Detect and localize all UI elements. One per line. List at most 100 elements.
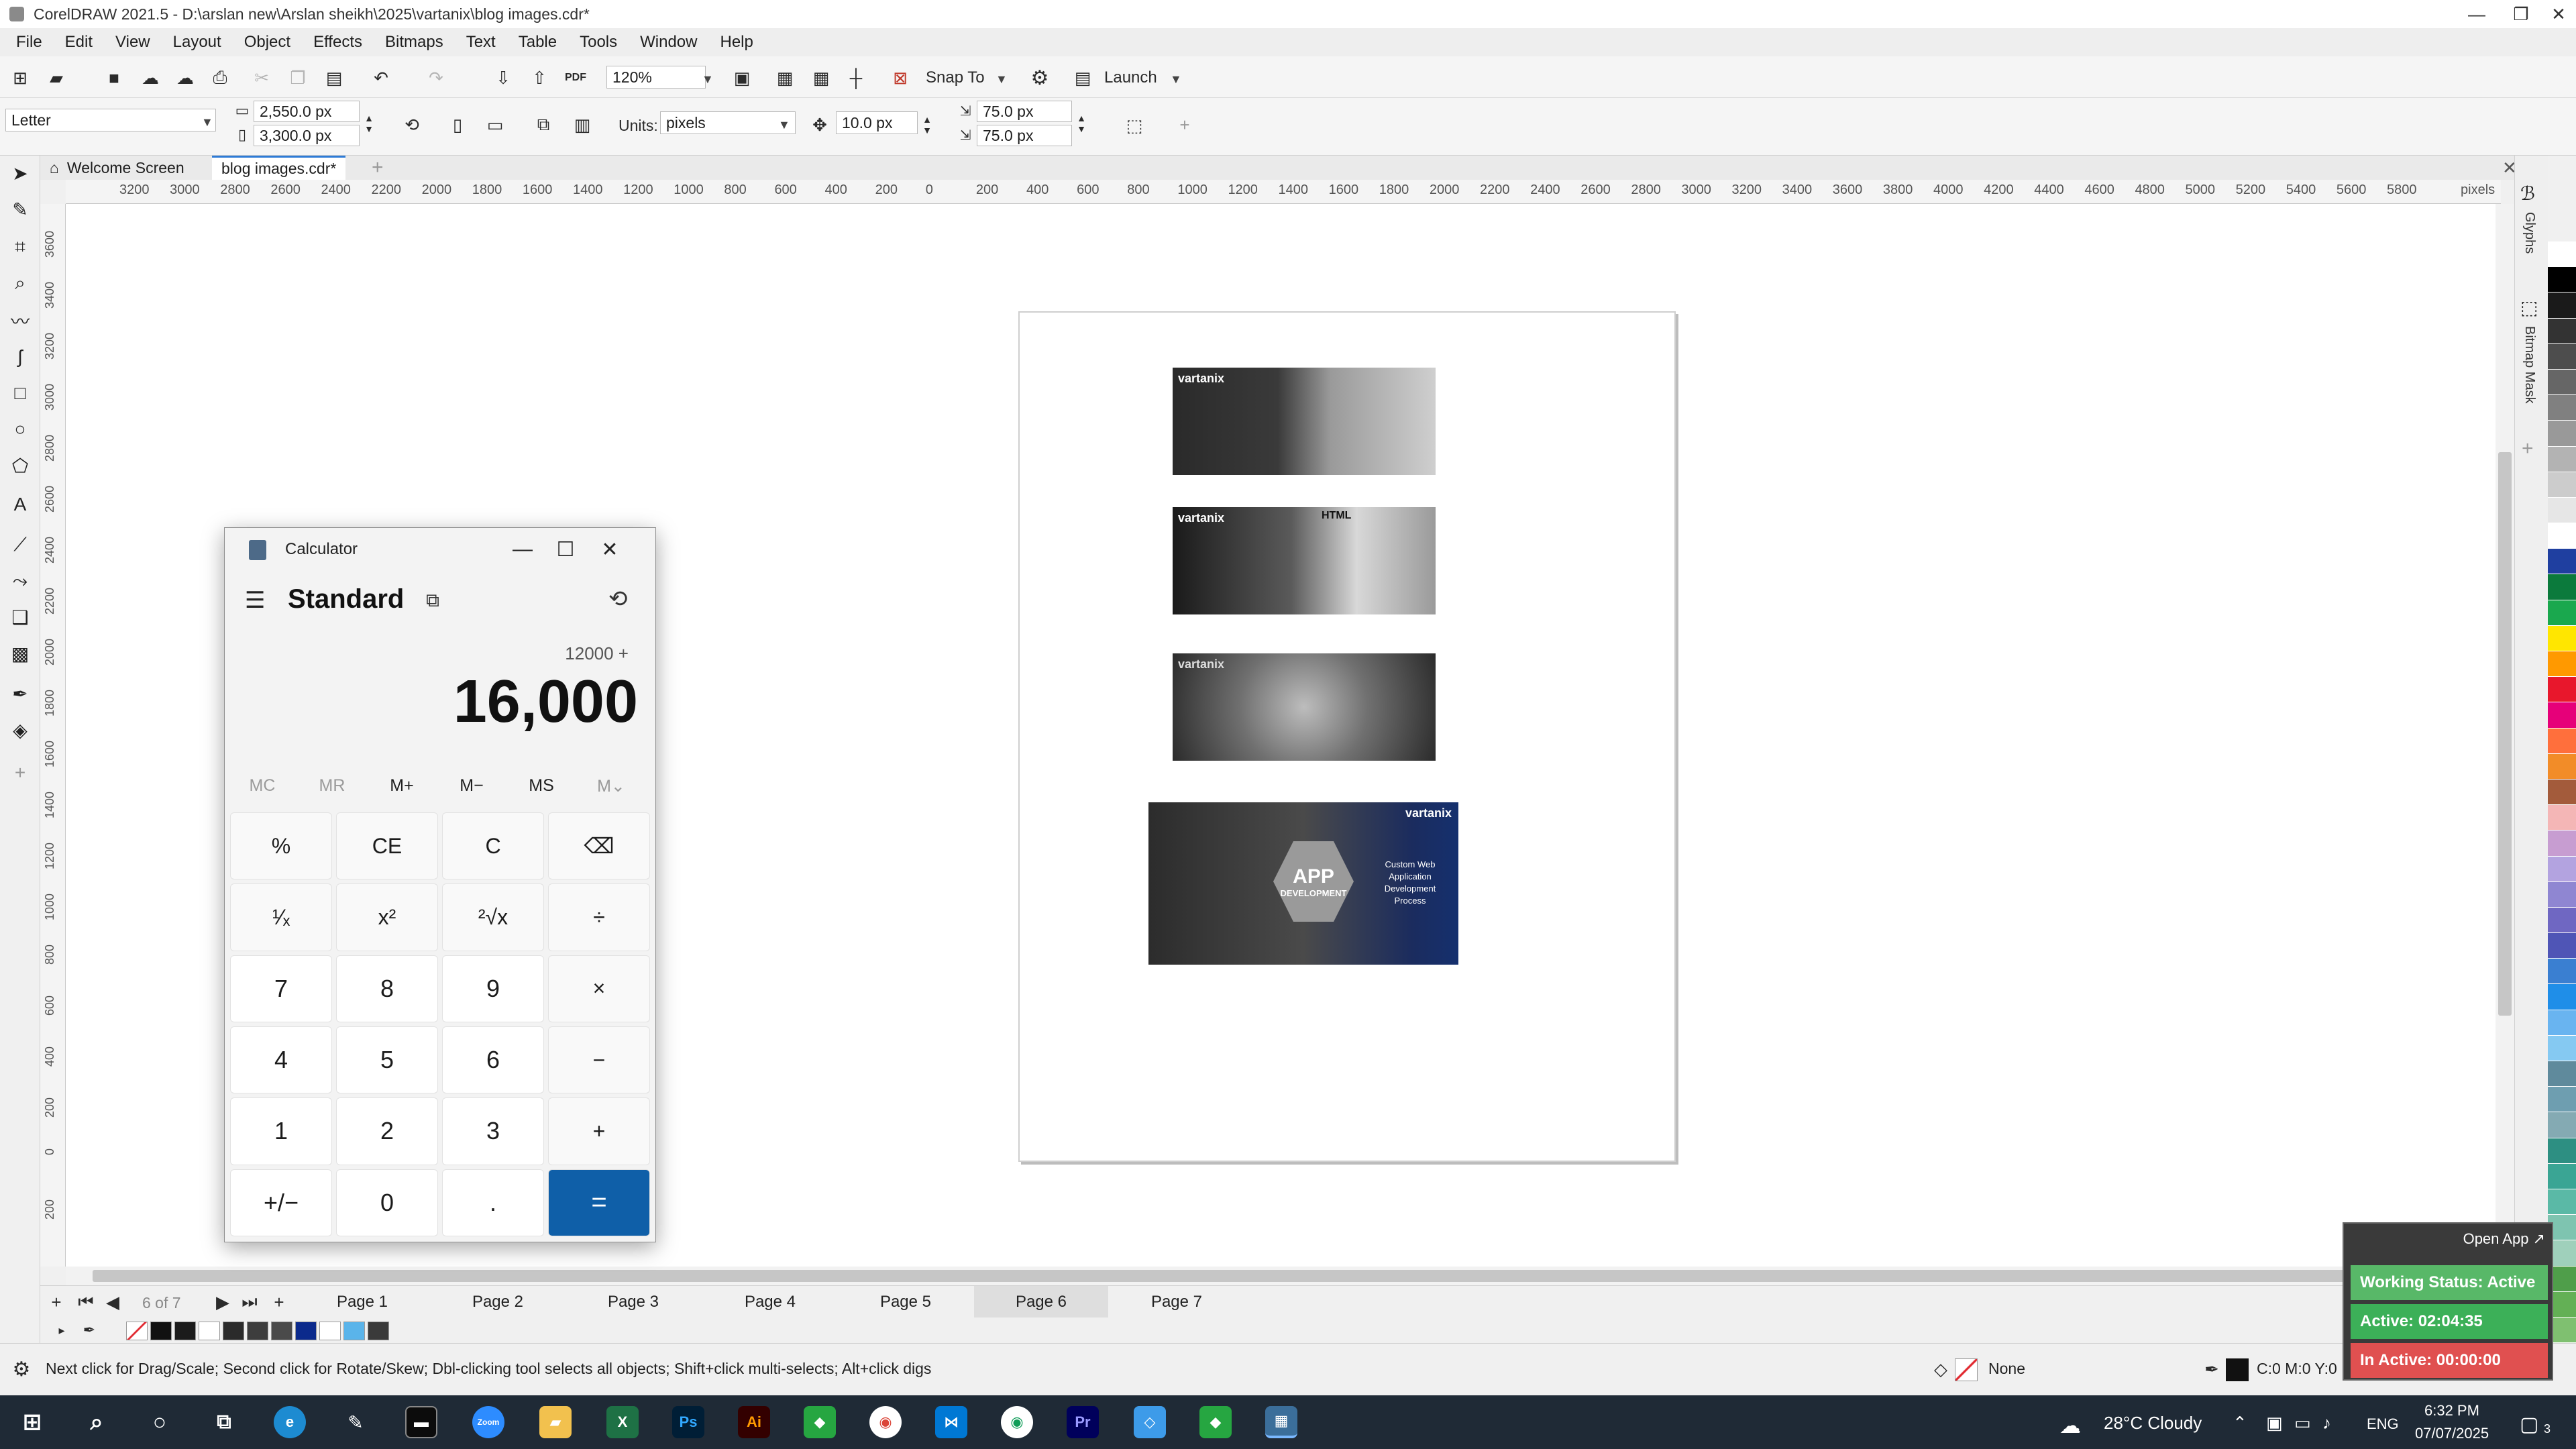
interactive-fill-tool-icon[interactable]: ◈ [7,716,34,743]
maximize-button[interactable]: ❐ [2501,0,2541,28]
volume-icon[interactable]: ♪ [2322,1413,2331,1434]
palette-swatch[interactable] [2548,1035,2576,1061]
export-pdf-icon[interactable]: PDF [562,64,589,91]
input-language[interactable]: ENG [2367,1415,2399,1433]
units-chevron-icon[interactable]: ▼ [778,118,790,132]
palette-swatch[interactable] [2548,625,2576,651]
backspace-button[interactable]: ⌫ [548,812,650,880]
status-settings-gear-icon[interactable]: ⚙ [9,1357,34,1381]
cut-icon[interactable]: ✂ [248,64,275,91]
crop-tool-icon[interactable]: ⌗ [7,233,34,260]
percent-button[interactable]: % [230,812,332,880]
palette-swatch[interactable] [2548,1010,2576,1036]
first-page-icon[interactable]: ⏮ [75,1291,97,1313]
last-page-icon[interactable]: ⏭ [239,1291,260,1313]
palette-swatch[interactable] [2548,343,2576,370]
page-size-chevron-icon[interactable]: ▼ [201,115,213,129]
multiply-button[interactable]: × [548,955,650,1022]
menu-help[interactable]: Help [712,33,767,52]
outline-pen-icon[interactable]: ✒ [2202,1357,2222,1381]
palette-swatch[interactable] [2548,933,2576,959]
show-guidelines-icon[interactable]: ┼ [843,64,869,91]
page-layout-icon[interactable]: ⟲ [398,111,425,138]
portrait-icon[interactable]: ▯ [444,111,471,138]
page-tab-4[interactable]: Page 4 [703,1286,837,1318]
full-screen-icon[interactable]: ▣ [729,64,755,91]
swatch-charcoal[interactable] [368,1322,389,1340]
polygon-tool-icon[interactable]: ⬠ [7,452,34,479]
horizontal-ruler[interactable]: 3200 3000 2800 2600 2400 2200 2000 1800 1600 1400… [66,180,2501,204]
blog-image-coding-team[interactable]: vartanix [1173,368,1436,475]
zoom-level-field[interactable]: 120% [606,66,706,89]
memory-add-button[interactable]: M+ [368,776,435,796]
palette-swatch[interactable] [2548,702,2576,729]
blog-image-mobile-dev[interactable]: vartanix [1173,653,1436,761]
outline-color-swatch[interactable] [2226,1358,2249,1381]
palette-swatch[interactable] [2548,395,2576,421]
tray-app-icon[interactable]: ▣ [2266,1413,2283,1434]
page-tab-7[interactable]: Page 7 [1110,1286,1244,1318]
open-app-link[interactable]: Open App ↗ [2463,1230,2545,1248]
zoom-dropdown-chevron-icon[interactable]: ▼ [702,72,714,87]
palette-swatch[interactable] [2548,1087,2576,1113]
digit-0-button[interactable]: 0 [336,1169,438,1236]
open-folder-icon[interactable]: ▰ [43,64,70,91]
palette-swatch[interactable] [2548,779,2576,806]
all-pages-icon[interactable]: ⧉ [530,111,557,138]
clock-time[interactable]: 6:32 PM [2424,1402,2479,1419]
dev-tool-icon[interactable]: ◇ [1134,1406,1166,1438]
menu-view[interactable]: View [107,33,165,52]
duplicate-distance-y-field[interactable]: 75.0 px [977,125,1072,146]
undo-icon[interactable]: ↶ [368,64,394,91]
snap-to-chevron-icon[interactable]: ▼ [996,72,1008,87]
parallel-dimension-tool-icon[interactable]: ⟋ [7,531,34,558]
digit-9-button[interactable]: 9 [442,955,544,1022]
clear-entry-button[interactable]: CE [336,812,438,880]
fill-none-swatch[interactable] [1955,1358,1978,1381]
photoshop-icon[interactable]: Ps [672,1406,704,1438]
shape-tool-icon[interactable]: ✎ [7,196,34,223]
menu-bitmaps[interactable]: Bitmaps [377,33,458,52]
memory-clear-button[interactable]: MC [229,776,296,796]
menu-edit[interactable]: Edit [57,33,107,52]
palette-swatch[interactable] [2548,959,2576,985]
palette-swatch[interactable] [2548,549,2576,575]
color-palette[interactable] [2548,241,2576,1369]
digit-3-button[interactable]: 3 [442,1097,544,1165]
menu-window[interactable]: Window [632,33,712,52]
palette-swatch[interactable] [2548,497,2576,524]
swatch-near-black[interactable] [174,1322,196,1340]
taskbar-search-icon[interactable]: ⌕ [80,1406,113,1438]
units-select[interactable]: pixels [660,111,796,134]
equals-button[interactable]: = [548,1169,650,1236]
minimize-button[interactable]: — [2457,0,2497,28]
palette-swatch[interactable] [2548,1163,2576,1189]
pen-app-icon[interactable]: ✎ [339,1406,372,1438]
blog-image-app-development[interactable]: vartanix APP DEVELOPMENT Custom Web Appl… [1148,802,1458,965]
menu-file[interactable]: File [8,33,57,52]
tab-welcome-screen[interactable]: ⌂ Welcome Screen [40,156,194,180]
excel-icon[interactable]: X [606,1406,639,1438]
vertical-scrollbar[interactable] [2496,204,2514,1267]
redo-icon[interactable]: ↷ [423,64,449,91]
notifications-icon[interactable]: ▢ [2520,1413,2538,1436]
palette-swatch[interactable] [2548,907,2576,934]
swatch-none[interactable] [126,1322,148,1340]
duplicate-spinner-icon[interactable]: ▲ ▼ [1073,101,1089,146]
add-button[interactable]: + [548,1097,650,1165]
palette-swatch[interactable] [2548,753,2576,780]
reciprocal-button[interactable]: ¹⁄ₓ [230,883,332,951]
chrome-icon[interactable]: ◉ [869,1406,902,1438]
memory-subtract-button[interactable]: M− [438,776,505,796]
drop-shadow-tool-icon[interactable]: ❑ [7,604,34,631]
coreldraw-taskbar-icon[interactable]: ◆ [804,1406,836,1438]
next-page-icon[interactable]: ▶ [212,1291,233,1313]
palette-swatch[interactable] [2548,523,2576,549]
calculator-maximize-button[interactable]: ☐ [545,536,586,563]
landscape-icon[interactable]: ▭ [482,111,508,138]
swatch-sky-blue[interactable] [343,1322,365,1340]
zoom-app-icon[interactable]: Zoom [472,1406,504,1438]
menu-tools[interactable]: Tools [572,33,632,52]
swatch-gray[interactable] [247,1322,268,1340]
print-icon[interactable]: ⎙ [207,64,233,91]
